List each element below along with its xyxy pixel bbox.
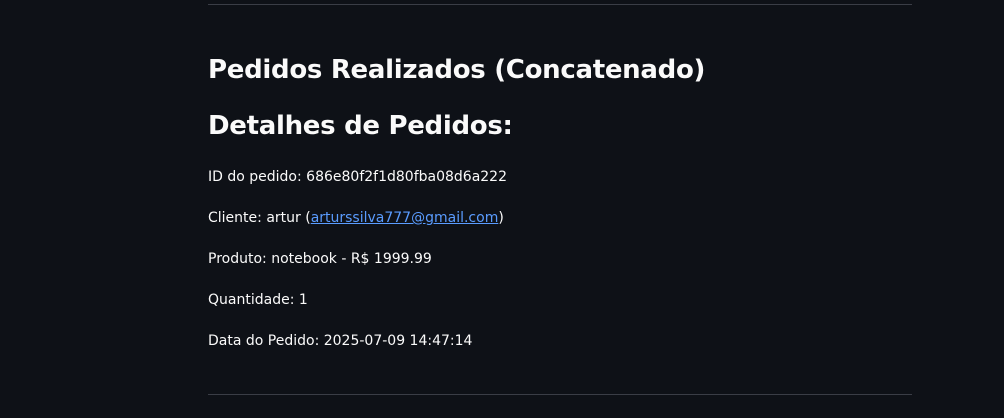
product-line: Produto: notebook - R$ 1999.99 [208, 249, 912, 269]
section-title: Pedidos Realizados (Concatenado) [208, 55, 706, 85]
client-paren-open: ( [300, 210, 311, 226]
client-paren-close: ) [498, 210, 504, 226]
quantity-label: Quantidade: [208, 292, 299, 308]
order-id-label: ID do pedido: [208, 169, 307, 185]
client-name: artur [266, 210, 301, 226]
order-date-label: Data do Pedido: [208, 333, 324, 349]
product-value: notebook - R$ 1999.99 [271, 251, 432, 267]
quantity-line: Quantidade: 1 [208, 290, 912, 310]
product-label: Produto: [208, 251, 272, 267]
order-id-line: ID do pedido: 686e80f2f1d80fba08d6a222 [208, 167, 912, 187]
app-page: Pedidos Realizados (Concatenado) Detalhe… [0, 0, 1004, 418]
client-line: Cliente: artur (arturssilva777@gmail.com… [208, 208, 912, 228]
client-email-link[interactable]: arturssilva777@gmail.com [311, 210, 499, 226]
bottom-divider [208, 394, 912, 395]
details-title: Detalhes de Pedidos: [208, 111, 513, 141]
quantity-value: 1 [298, 292, 308, 308]
top-divider [208, 4, 912, 5]
order-date-value: 2025-07-09 14:47:14 [323, 333, 473, 349]
order-date-line: Data do Pedido: 2025-07-09 14:47:14 [208, 331, 912, 351]
client-label: Cliente: [208, 210, 267, 226]
main-content: Pedidos Realizados (Concatenado) Detalhe… [208, 0, 912, 395]
order-id-value: 686e80f2f1d80fba08d6a222 [306, 169, 507, 185]
